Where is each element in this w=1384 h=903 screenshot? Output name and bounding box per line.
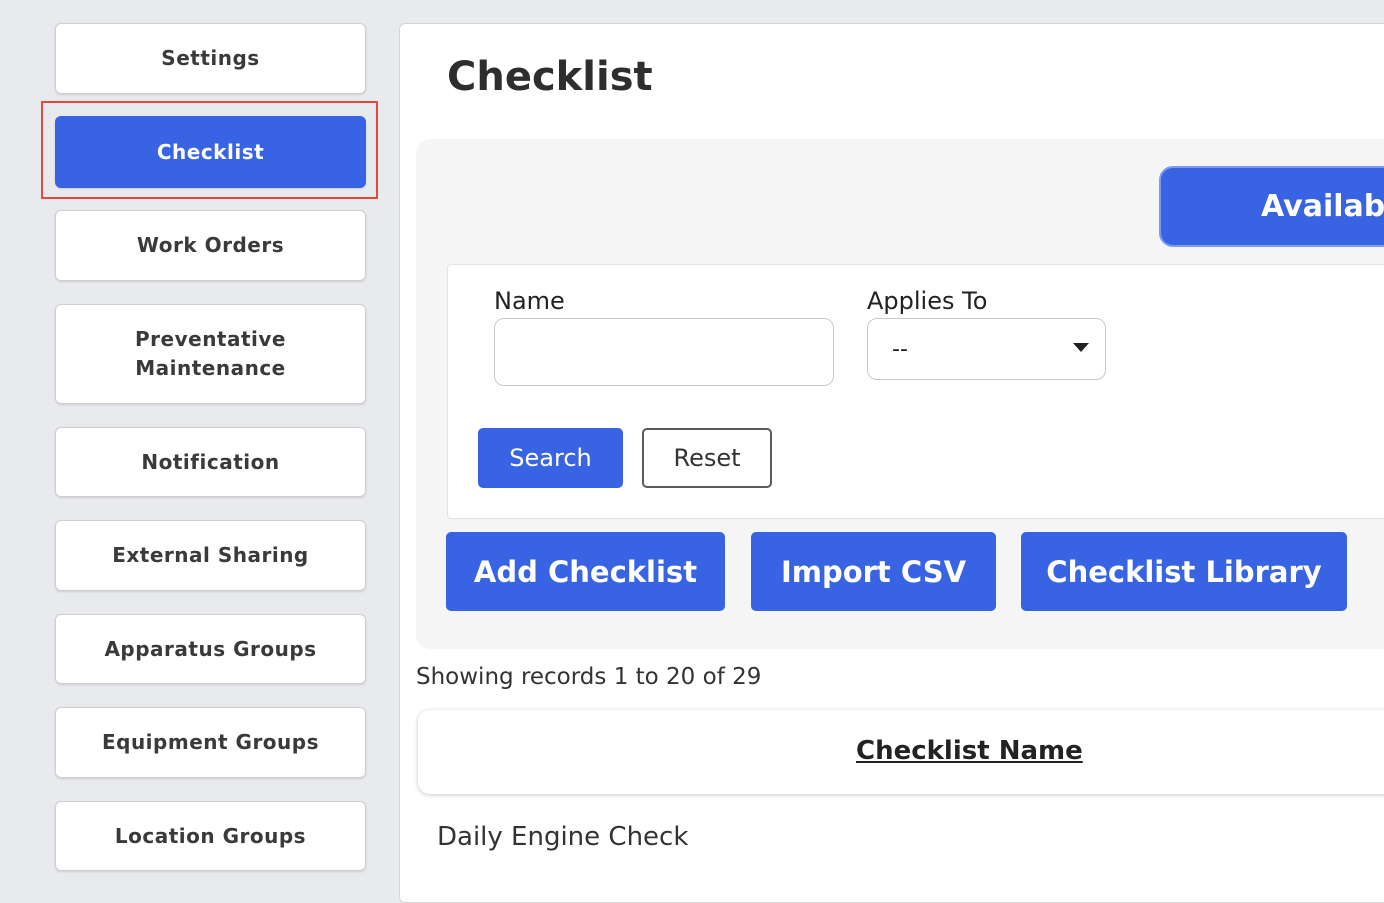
available-button[interactable]: Available [1159,166,1384,247]
applies-to-value: -- [892,336,908,362]
applies-to-label: Applies To [867,287,988,315]
add-checklist-button[interactable]: Add Checklist [446,532,725,611]
sidebar-item-apparatus-groups[interactable]: Apparatus Groups [55,614,366,684]
name-label: Name [494,287,565,315]
table-row[interactable]: Daily Engine Check [437,822,688,852]
column-header-checklist-name[interactable]: Checklist Name [856,736,1083,766]
sidebar-item-external-sharing[interactable]: External Sharing [55,520,366,591]
sidebar-item-preventative-maintenance[interactable]: Preventative Maintenance [55,304,366,404]
sidebar-item-work-orders[interactable]: Work Orders [55,210,366,281]
reset-button[interactable]: Reset [642,428,772,488]
applies-to-select[interactable]: -- [867,318,1106,380]
checklist-library-button[interactable]: Checklist Library [1021,532,1347,611]
sidebar-item-location-groups[interactable]: Location Groups [55,801,366,871]
sidebar-item-equipment-groups[interactable]: Equipment Groups [55,707,366,778]
import-csv-button[interactable]: Import CSV [751,532,996,611]
sidebar-item-checklist[interactable]: Checklist [55,116,366,188]
page-title: Checklist [447,54,653,100]
sidebar-item-settings[interactable]: Settings [55,23,366,94]
sidebar-item-notification[interactable]: Notification [55,427,366,497]
caret-down-icon [1073,343,1089,352]
name-input[interactable] [494,318,834,386]
records-count: Showing records 1 to 20 of 29 [416,664,762,690]
search-button[interactable]: Search [478,428,623,488]
